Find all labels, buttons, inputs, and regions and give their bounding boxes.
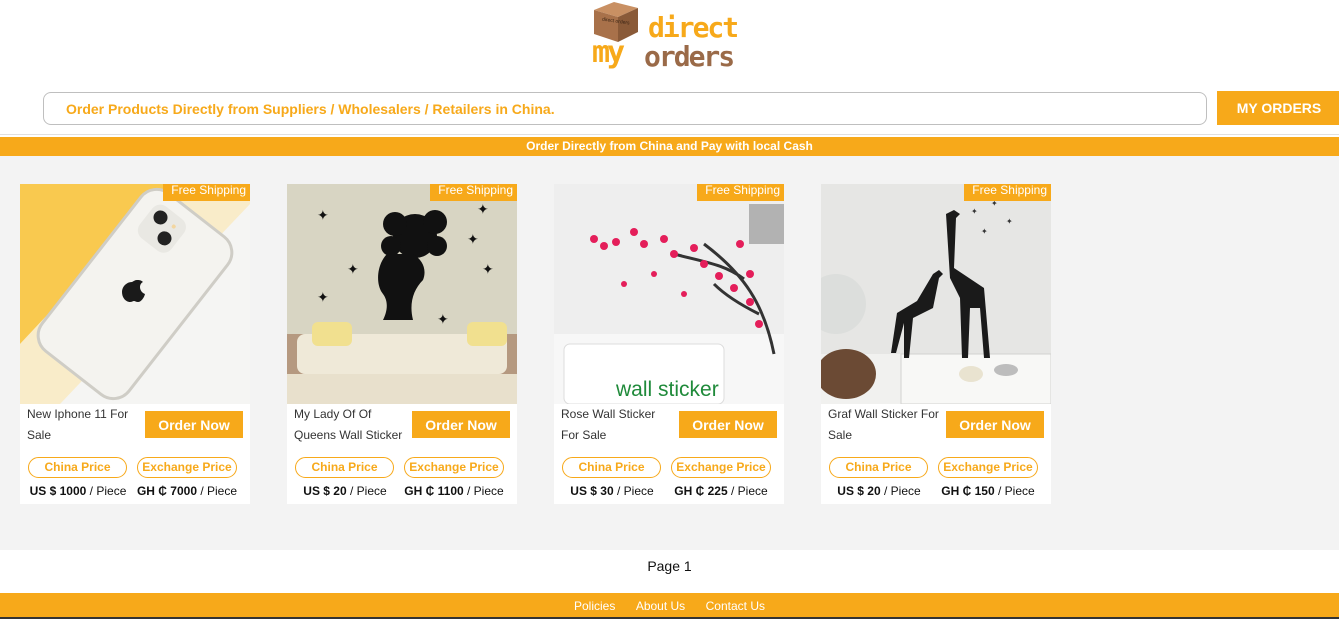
china-price: US $ 20 / Piece: [290, 482, 400, 500]
china-price-unit: / Piece: [86, 484, 127, 498]
exchange-price-unit: / Piece: [197, 484, 238, 498]
order-now-button[interactable]: Order Now: [412, 411, 510, 438]
china-price-label: China Price: [829, 457, 928, 478]
product-image[interactable]: wall sticker Free Shipping: [554, 184, 784, 404]
search-input[interactable]: [44, 93, 1206, 124]
svg-text:✦: ✦: [482, 261, 494, 277]
site-logo[interactable]: direct orders direct my orders: [592, 0, 744, 72]
china-price: US $ 20 / Piece: [824, 482, 934, 500]
free-shipping-badge: Free Shipping: [163, 184, 250, 201]
pagination: Page 1: [0, 550, 1339, 583]
exchange-price-unit: / Piece: [727, 484, 768, 498]
china-price-unit: / Piece: [880, 484, 921, 498]
china-price-value: US $ 1000: [29, 484, 87, 498]
product-image[interactable]: ✦ ✦ ✦ ✦ ✦ ✦ ✦ Free Shipping: [287, 184, 517, 404]
search-bar: [43, 92, 1207, 125]
order-now-button[interactable]: Order Now: [679, 411, 777, 438]
china-price-label: China Price: [562, 457, 661, 478]
china-price-value: US $ 20: [837, 484, 881, 498]
product-card: wall sticker Free Shipping Rose Wall Sti…: [554, 184, 784, 504]
exchange-price: GH ₵ 7000 / Piece: [133, 482, 241, 500]
page-indicator[interactable]: Page 1: [647, 558, 691, 574]
china-price: US $ 30 / Piece: [557, 482, 667, 500]
exchange-price-label: Exchange Price: [938, 457, 1038, 478]
exchange-price: GH ₵ 150 / Piece: [934, 482, 1042, 500]
product-title[interactable]: Graf Wall Sticker For Sale: [828, 404, 940, 446]
image-caption: wall sticker: [615, 378, 719, 401]
svg-text:✦: ✦: [1006, 217, 1013, 226]
svg-text:✦: ✦: [467, 231, 479, 247]
exchange-price: GH ₵ 1100 / Piece: [400, 482, 508, 500]
exchange-price-label: Exchange Price: [404, 457, 504, 478]
china-price-label: China Price: [28, 457, 127, 478]
site-footer: Policies About Us Contact Us: [0, 593, 1339, 619]
exchange-price-value: GH ₵ 150: [941, 484, 995, 498]
product-card: ✦ ✦ ✦ ✦ Free Shipping Graf Wall Sticker For…: [821, 184, 1051, 504]
svg-text:✦: ✦: [971, 207, 978, 216]
exchange-price-unit: / Piece: [463, 484, 504, 498]
svg-text:✦: ✦: [347, 261, 359, 277]
free-shipping-badge: Free Shipping: [697, 184, 784, 201]
order-now-button[interactable]: Order Now: [946, 411, 1044, 438]
product-title[interactable]: Rose Wall Sticker For Sale: [561, 404, 673, 446]
free-shipping-badge: Free Shipping: [430, 184, 517, 201]
order-now-button[interactable]: Order Now: [145, 411, 243, 438]
exchange-price-value: GH ₵ 7000: [136, 484, 197, 498]
exchange-price-label: Exchange Price: [137, 457, 237, 478]
svg-text:✦: ✦: [317, 207, 329, 223]
china-price-value: US $ 20: [303, 484, 347, 498]
product-title[interactable]: New Iphone 11 For Sale: [27, 404, 139, 446]
china-price-value: US $ 30: [570, 484, 614, 498]
exchange-price-value: GH ₵ 225: [674, 484, 728, 498]
footer-link-contact-us[interactable]: Contact Us: [706, 599, 765, 613]
china-price: US $ 1000 / Piece: [23, 482, 133, 500]
free-shipping-badge: Free Shipping: [964, 184, 1051, 201]
product-image[interactable]: Free Shipping: [20, 184, 250, 404]
product-card: Free Shipping New Iphone 11 For Sale Ord…: [20, 184, 250, 504]
my-orders-button[interactable]: MY ORDERS: [1217, 91, 1339, 125]
footer-link-policies[interactable]: Policies: [574, 599, 615, 613]
exchange-price-value: GH ₵ 1100: [404, 484, 464, 498]
china-price-unit: / Piece: [613, 484, 654, 498]
exchange-price-unit: / Piece: [994, 484, 1035, 498]
footer-link-about-us[interactable]: About Us: [636, 599, 685, 613]
product-card: ✦ ✦ ✦ ✦ ✦ ✦ ✦ Free Shipping My Lady Of Of Que…: [287, 184, 517, 504]
logo-word-orders: orders: [644, 40, 733, 72]
svg-text:✦: ✦: [437, 311, 449, 327]
svg-text:✦: ✦: [477, 201, 489, 217]
product-grid: Free Shipping New Iphone 11 For Sale Ord…: [0, 156, 1339, 550]
exchange-price-label: Exchange Price: [671, 457, 771, 478]
promo-banner: Order Directly from China and Pay with l…: [0, 137, 1339, 156]
product-title[interactable]: My Lady Of Of Queens Wall Sticker: [294, 404, 406, 446]
logo-word-my: my: [592, 35, 625, 70]
exchange-price: GH ₵ 225 / Piece: [667, 482, 775, 500]
site-header: direct orders direct my orders MY ORDERS: [0, 0, 1339, 135]
china-price-label: China Price: [295, 457, 394, 478]
product-image[interactable]: ✦ ✦ ✦ ✦ Free Shipping: [821, 184, 1051, 404]
china-price-unit: / Piece: [346, 484, 387, 498]
svg-text:✦: ✦: [317, 289, 329, 305]
svg-text:✦: ✦: [981, 227, 988, 236]
